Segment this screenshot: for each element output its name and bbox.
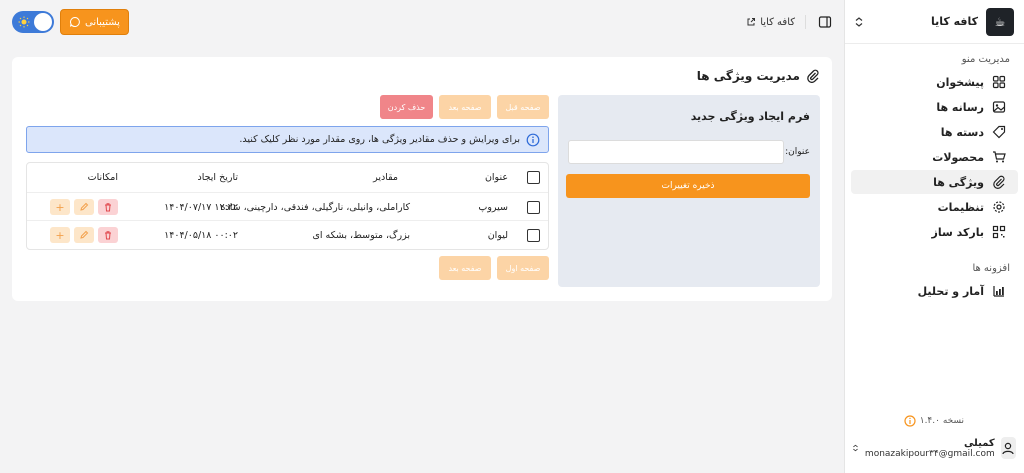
toggle-knob <box>34 13 52 31</box>
sidebar-toggle-icon[interactable] <box>818 15 832 29</box>
user-email: monazakipour۳۴@gmail.com <box>864 448 995 459</box>
tag-icon <box>992 125 1006 139</box>
prev-page-button[interactable]: صفحه قبل <box>497 95 549 119</box>
chart-icon <box>993 286 1004 297</box>
first-page-button[interactable]: صفحه اول <box>497 256 549 280</box>
sidebar-item-products[interactable]: محصولات <box>851 145 1018 169</box>
gear-icon <box>993 201 1005 213</box>
breadcrumb-text: کافه کایا <box>760 16 795 28</box>
support-button[interactable]: پشتیبانی <box>60 9 129 35</box>
header-actions: امکانات <box>87 171 118 183</box>
brand-name: کافه کایا <box>930 15 978 28</box>
row-checkbox[interactable] <box>527 200 540 214</box>
qr-code-icon <box>992 225 1006 239</box>
row-title: سیروپ <box>478 201 508 213</box>
sidebar-item-label: رسانه ها <box>936 100 984 114</box>
sidebar-item-dashboard[interactable]: پیشخوان <box>851 70 1018 94</box>
table-row: سیروپ کاراملی، وانیلی، نارگیلی، فندقی، د… <box>27 192 548 220</box>
header-title: عنوان <box>484 171 508 183</box>
edit-icon <box>80 202 89 211</box>
info-alert: برای ویرایش و حذف مقادیر ویژگی ها، روی م… <box>26 126 549 153</box>
row-values[interactable]: بزرگ، متوسط، بشکه ای <box>312 221 410 249</box>
divider <box>805 15 806 29</box>
header-date: تاریخ ایجاد <box>197 171 238 183</box>
info-circle-icon <box>526 133 540 146</box>
sidebar-item-settings[interactable]: تنظیمات <box>851 195 1018 219</box>
row-title: لیوان <box>487 229 508 241</box>
delete-button[interactable]: حذف کردن <box>380 95 433 119</box>
sidebar-item-label: محصولات <box>932 150 984 164</box>
sidebar-item-label: پیشخوان <box>936 75 984 89</box>
paperclip-icon <box>807 69 819 83</box>
main-card: مدیریت ویژگی ها فرم ایجاد ویژگی جدید عنو… <box>12 57 832 301</box>
row-actions: + <box>50 193 118 221</box>
topbar: کافه کایا پشتیبانی <box>0 0 844 44</box>
add-value-button[interactable]: + <box>50 199 70 215</box>
user-name: کمیلی <box>963 437 995 449</box>
sidebar-item-label: تنظیمات <box>937 200 984 214</box>
cart-icon <box>993 151 1006 163</box>
addons-section-title: افزونه ها <box>972 263 1010 274</box>
sidebar-item-barcode[interactable]: بارکد ساز <box>851 220 1018 244</box>
chat-bubble-icon <box>70 16 80 27</box>
row-date: ۱۴۰۴/۰۵/۱۸ ۰۰:۰۲ <box>164 229 238 241</box>
title-field-label: عنوان: <box>785 147 810 157</box>
header-values: مقادیر <box>373 171 398 183</box>
form-title: فرم ایجاد ویژگی جدید <box>690 110 810 123</box>
sun-icon <box>18 16 30 28</box>
delete-row-button[interactable] <box>98 199 118 215</box>
page-title-text: مدیریت ویژگی ها <box>696 69 800 83</box>
chevron-up-down-icon <box>853 444 858 452</box>
delete-row-button[interactable] <box>98 227 118 243</box>
sidebar-item-categories[interactable]: دسته ها <box>851 120 1018 144</box>
attributes-table: عنوان مقادیر تاریخ ایجاد امکانات سیروپ ک… <box>26 162 549 250</box>
paperclip-icon <box>993 175 1005 189</box>
create-attribute-form: فرم ایجاد ویژگی جدید عنوان: ذخیره تغییرا… <box>558 95 820 287</box>
image-icon <box>992 101 1006 113</box>
row-date: ۱۴۰۴/۰۷/۱۷ ۱۲:۲۲ <box>164 201 238 213</box>
row-checkbox[interactable] <box>527 228 540 242</box>
edit-icon <box>80 230 89 239</box>
grid-icon <box>992 75 1006 89</box>
avatar <box>1000 437 1016 459</box>
next-page-button[interactable]: صفحه بعد <box>439 95 491 119</box>
trash-icon <box>105 231 111 240</box>
info-text: برای ویرایش و حذف مقادیر ویژگی ها، روی م… <box>239 134 520 145</box>
save-button[interactable]: ذخیره تغییرات <box>566 174 810 198</box>
next-page-button-bottom[interactable]: صفحه بعد <box>439 256 491 280</box>
page-title: مدیریت ویژگی ها <box>697 69 820 83</box>
sidebar-item-attributes[interactable]: ویژگی ها <box>851 170 1018 194</box>
title-input[interactable] <box>568 140 784 164</box>
edit-button[interactable] <box>74 227 94 243</box>
menu-section-title: مدیریت منو <box>961 54 1010 65</box>
sidebar-item-analytics[interactable]: آمار و تحلیل <box>851 279 1018 303</box>
user-icon <box>1002 442 1014 455</box>
user-info: کمیلی monazakipour۳۴@gmail.com <box>865 438 995 459</box>
select-all-checkbox[interactable] <box>527 170 540 184</box>
support-label: پشتیبانی <box>85 16 120 28</box>
trash-icon <box>105 203 111 212</box>
sidebar-item-label: بارکد ساز <box>931 225 984 239</box>
brand-logo: ☕ <box>986 7 1014 36</box>
table-header: عنوان مقادیر تاریخ ایجاد امکانات <box>27 163 548 191</box>
row-actions: + <box>50 221 118 249</box>
sidebar-item-label: دسته ها <box>940 125 984 139</box>
version-text: نسخه ۱.۴.۰ <box>919 416 964 426</box>
version-info: نسخه ۱.۴.۰ <box>904 415 964 427</box>
row-values[interactable]: کاراملی، وانیلی، نارگیلی، فندقی، دارچینی… <box>220 193 410 221</box>
info-circle-icon <box>904 415 916 427</box>
edit-button[interactable] <box>74 199 94 215</box>
sidebar-item-label: آمار و تحلیل <box>917 284 984 298</box>
theme-toggle[interactable] <box>12 11 54 33</box>
brand-switcher[interactable]: ☕ کافه کایا <box>845 0 1024 44</box>
breadcrumb[interactable]: کافه کایا <box>746 17 795 28</box>
sidebar-item-media[interactable]: رسانه ها <box>851 95 1018 119</box>
table-row: لیوان بزرگ، متوسط، بشکه ای ۱۴۰۴/۰۵/۱۸ ۰۰… <box>27 220 548 248</box>
sidebar-item-label: ویژگی ها <box>933 175 984 189</box>
external-link-icon <box>747 18 756 26</box>
user-menu[interactable]: کمیلی monazakipour۳۴@gmail.com <box>844 431 1024 465</box>
add-value-button[interactable]: + <box>50 227 70 243</box>
sidebar: ☕ کافه کایا مدیریت منو پیشخوان رسانه ها … <box>844 0 1024 473</box>
chevron-up-down-icon <box>855 16 863 27</box>
